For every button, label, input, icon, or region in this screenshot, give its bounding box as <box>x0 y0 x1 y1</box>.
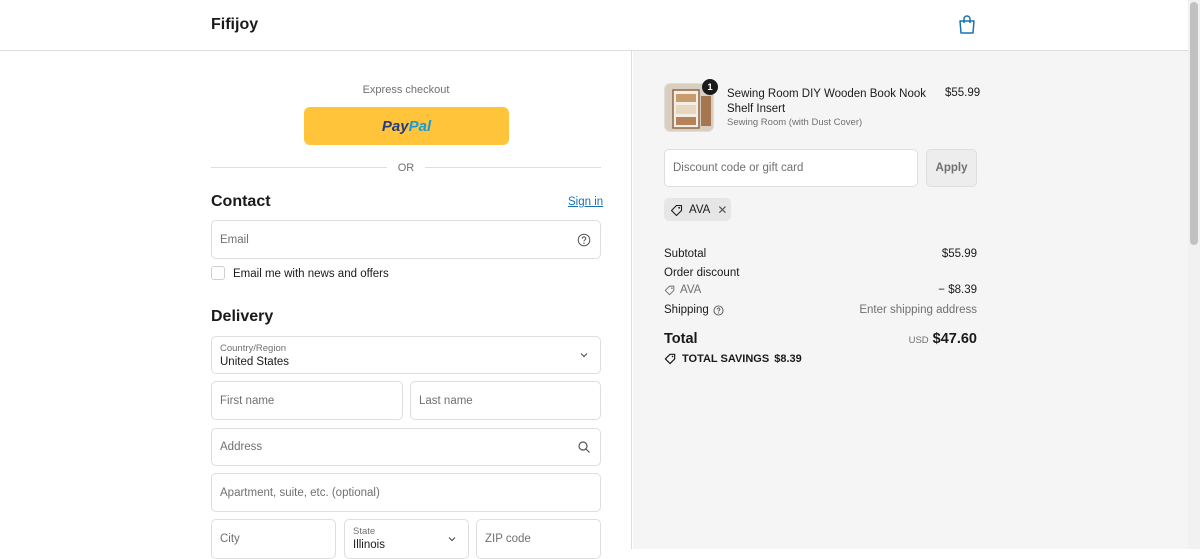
last-name-placeholder: Last name <box>419 394 473 407</box>
shipping-label: Shipping <box>664 304 709 316</box>
discount-code-text: AVA <box>680 284 702 296</box>
newsletter-checkbox[interactable] <box>211 266 225 280</box>
applied-discount-tag: AVA ✕ <box>664 198 731 221</box>
first-name-placeholder: First name <box>220 394 275 407</box>
product-price: $55.99 <box>945 87 981 99</box>
subtotal-value: $55.99 <box>941 248 977 260</box>
state-value: Illinois <box>353 539 385 551</box>
zip-field[interactable]: ZIP code <box>476 519 601 559</box>
email-placeholder: Email <box>220 233 249 246</box>
delivery-title: Delivery <box>211 308 274 325</box>
help-icon[interactable] <box>713 304 724 316</box>
express-checkout-label: Express checkout <box>362 84 450 96</box>
product-title: Sewing Room DIY Wooden Book Nook Shelf I… <box>727 88 927 115</box>
shopping-bag-icon[interactable] <box>958 15 976 35</box>
total-label: Total <box>664 331 698 347</box>
help-icon[interactable] <box>577 233 591 247</box>
order-summary-column <box>633 51 1188 549</box>
discount-code-row: AVA <box>664 284 701 296</box>
shipping-value: Enter shipping address <box>859 304 977 316</box>
tag-icon <box>664 285 675 296</box>
currency-code: USD <box>908 335 929 346</box>
country-value: United States <box>220 356 290 368</box>
zip-placeholder: ZIP code <box>485 533 531 545</box>
divider-left <box>211 167 387 168</box>
country-label: Country/Region <box>220 343 287 354</box>
total-value-group: USD $47.60 <box>909 331 977 347</box>
scrollbar-thumb[interactable] <box>1190 2 1198 245</box>
apartment-placeholder: Apartment, suite, etc. (optional) <box>220 486 380 499</box>
applied-code: AVA <box>689 203 711 216</box>
order-discount-label: Order discount <box>664 267 740 279</box>
first-name-field[interactable]: First name <box>211 381 403 420</box>
state-label: State <box>353 526 376 537</box>
tag-icon <box>664 353 676 365</box>
discount-value: − $8.39 <box>938 284 977 296</box>
remove-discount-icon[interactable]: ✕ <box>717 203 727 217</box>
paypal-logo-part1: Pay <box>381 117 409 135</box>
chevron-down-icon <box>448 537 456 542</box>
product-variant: Sewing Room (with Dust Cover) <box>727 117 863 128</box>
tag-icon <box>670 204 683 216</box>
paypal-button[interactable]: Pay Pal <box>304 107 509 145</box>
newsletter-label: Email me with news and offers <box>233 268 389 280</box>
sign-in-link[interactable]: Sign in <box>568 196 603 208</box>
quantity-badge: 1 <box>702 79 718 95</box>
savings-label: TOTAL SAVINGS <box>682 352 770 365</box>
discount-code-field[interactable]: Discount code or gift card <box>664 149 918 187</box>
city-field[interactable]: City <box>211 519 336 559</box>
savings-value: $8.39 <box>774 352 802 365</box>
divider-right <box>425 167 601 168</box>
chevron-down-icon <box>580 353 588 358</box>
address-field[interactable]: Address <box>211 428 601 466</box>
paypal-logo-part2: Pal <box>408 117 432 135</box>
apartment-field[interactable]: Apartment, suite, etc. (optional) <box>211 473 601 512</box>
search-icon[interactable] <box>577 440 591 454</box>
scrollbar[interactable] <box>1188 0 1200 549</box>
header: Fifijoy <box>0 0 1188 51</box>
contact-title: Contact <box>211 193 271 210</box>
email-field[interactable]: Email <box>211 220 601 259</box>
address-placeholder: Address <box>220 441 263 453</box>
city-placeholder: City <box>220 533 240 545</box>
total-value: $47.60 <box>932 331 977 347</box>
shipping-row: Shipping <box>664 304 724 316</box>
state-select[interactable]: State Illinois <box>344 519 469 559</box>
apply-button[interactable]: Apply <box>926 149 977 187</box>
store-logo[interactable]: Fifijoy <box>211 16 258 34</box>
or-divider-text: OR <box>397 162 415 174</box>
subtotal-label: Subtotal <box>664 248 707 260</box>
last-name-field[interactable]: Last name <box>410 381 601 420</box>
total-savings: TOTAL SAVINGS $8.39 <box>664 352 802 365</box>
country-select[interactable]: Country/Region United States <box>211 336 601 374</box>
discount-placeholder: Discount code or gift card <box>673 162 804 174</box>
